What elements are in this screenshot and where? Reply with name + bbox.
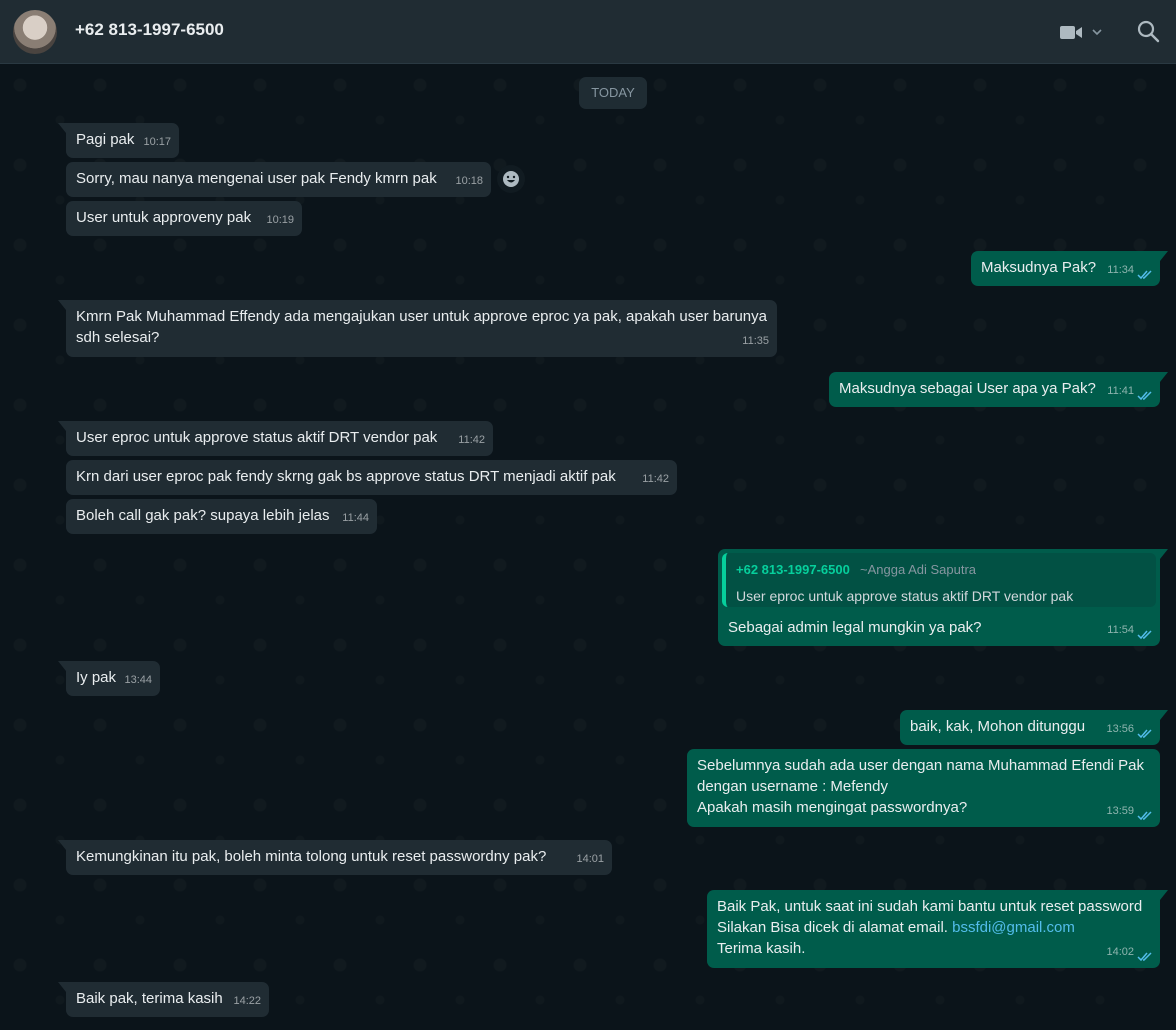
outgoing-message[interactable]: Maksudnya Pak? 11:34: [971, 251, 1168, 286]
message-text: User untuk approveny pak: [76, 209, 252, 226]
read-receipt-icon: [1137, 811, 1152, 821]
message-time: 14:01: [576, 853, 604, 865]
quote-author: +62 813-1997-6500: [736, 562, 850, 577]
message-time: 10:19: [266, 214, 294, 226]
read-receipt-icon: [1137, 630, 1152, 640]
message-time: 14:22: [233, 995, 261, 1007]
date-divider: TODAY: [579, 77, 647, 109]
message-time: 11:42: [458, 434, 485, 446]
message-time: 14:02: [1106, 946, 1134, 958]
message-time: 10:18: [455, 175, 483, 187]
incoming-message[interactable]: Krn dari user eproc pak fendy skrng gak …: [66, 460, 677, 495]
incoming-message[interactable]: User eproc untuk approve status aktif DR…: [58, 421, 493, 456]
incoming-message[interactable]: Sorry, mau nanya mengenai user pak Fendy…: [66, 162, 491, 197]
smiley-icon: [503, 171, 519, 187]
read-receipt-icon: [1137, 270, 1152, 280]
message-time: 13:59: [1106, 805, 1134, 817]
message-text: Sebelumnya sudah ada user dengan nama Mu…: [697, 757, 1144, 816]
outgoing-reply-message[interactable]: +62 813-1997-6500 ~Angga Adi Saputra Use…: [718, 549, 1168, 646]
message-time: 10:17: [143, 136, 171, 148]
search-button[interactable]: [1136, 19, 1160, 43]
message-time: 11:44: [342, 512, 369, 524]
message-text: baik, kak, Mohon ditunggu: [910, 718, 1086, 735]
chevron-down-icon: [1092, 29, 1102, 36]
quote-alias: ~Angga Adi Saputra: [860, 562, 977, 577]
read-receipt-icon: [1137, 391, 1152, 401]
incoming-message[interactable]: Baik pak, terima kasih 14:22: [58, 982, 269, 1017]
outgoing-message[interactable]: Maksudnya sebagai User apa ya Pak? 11:41: [829, 372, 1168, 407]
message-time: 11:54: [1107, 624, 1134, 636]
message-time: 11:35: [742, 335, 769, 347]
outgoing-message[interactable]: Sebelumnya sudah ada user dengan nama Mu…: [687, 749, 1160, 827]
message-text: Kmrn Pak Muhammad Effendy ada mengajukan…: [76, 308, 772, 346]
quoted-message[interactable]: +62 813-1997-6500 ~Angga Adi Saputra Use…: [722, 553, 1156, 607]
chat-header: +62 813-1997-6500: [0, 0, 1176, 64]
message-time: 13:44: [124, 674, 152, 686]
message-text-part: Terima kasih.: [717, 940, 806, 957]
message-text: Kemungkinan itu pak, boleh minta tolong …: [76, 848, 547, 865]
message-text: Pagi pak: [76, 131, 135, 148]
message-text: Sebagai admin legal mungkin ya pak?: [728, 619, 982, 636]
search-icon: [1137, 20, 1160, 43]
message-text: Maksudnya sebagai User apa ya Pak?: [839, 380, 1096, 397]
message-time: 13:56: [1106, 723, 1134, 735]
message-list[interactable]: TODAY Pagi pak 10:17 Sorry, mau nanya me…: [0, 65, 1176, 1030]
outgoing-message[interactable]: Baik Pak, untuk saat ini sudah kami bant…: [707, 890, 1168, 968]
message-text: User eproc untuk approve status aktif DR…: [76, 429, 438, 446]
message-text: Krn dari user eproc pak fendy skrng gak …: [76, 468, 616, 485]
video-call-button[interactable]: [1058, 22, 1106, 44]
message-time: 11:42: [642, 473, 669, 485]
message-text: Sorry, mau nanya mengenai user pak Fendy…: [76, 170, 437, 187]
message-text: Baik Pak, untuk saat ini sudah kami bant…: [717, 898, 1142, 957]
message-text: Boleh call gak pak? supaya lebih jelas: [76, 507, 330, 524]
message-text: Maksudnya Pak?: [981, 259, 1097, 276]
read-receipt-icon: [1137, 729, 1152, 739]
read-receipt-icon: [1137, 952, 1152, 962]
message-text: Iy pak: [76, 669, 117, 686]
incoming-message[interactable]: User untuk approveny pak 10:19: [66, 201, 302, 236]
message-text-part: Baik Pak, untuk saat ini sudah kami bant…: [717, 898, 1143, 936]
contact-name[interactable]: +62 813-1997-6500: [75, 20, 224, 40]
incoming-message[interactable]: Kemungkinan itu pak, boleh minta tolong …: [58, 840, 612, 875]
video-call-icon: [1060, 26, 1102, 39]
message-time: 11:41: [1107, 385, 1134, 397]
incoming-message[interactable]: Boleh call gak pak? supaya lebih jelas 1…: [66, 499, 377, 534]
quote-text: User eproc untuk approve status aktif DR…: [736, 588, 1074, 604]
react-emoji-button[interactable]: [497, 165, 525, 193]
email-link[interactable]: bssfdi@gmail.com: [952, 919, 1075, 936]
incoming-message[interactable]: Kmrn Pak Muhammad Effendy ada mengajukan…: [58, 300, 777, 357]
contact-avatar[interactable]: [13, 10, 57, 54]
incoming-message[interactable]: Pagi pak 10:17: [58, 123, 179, 158]
message-time: 11:34: [1107, 264, 1134, 276]
outgoing-message[interactable]: baik, kak, Mohon ditunggu 13:56: [900, 710, 1168, 745]
message-text: Baik pak, terima kasih: [76, 990, 223, 1007]
incoming-message[interactable]: Iy pak 13:44: [58, 661, 160, 696]
